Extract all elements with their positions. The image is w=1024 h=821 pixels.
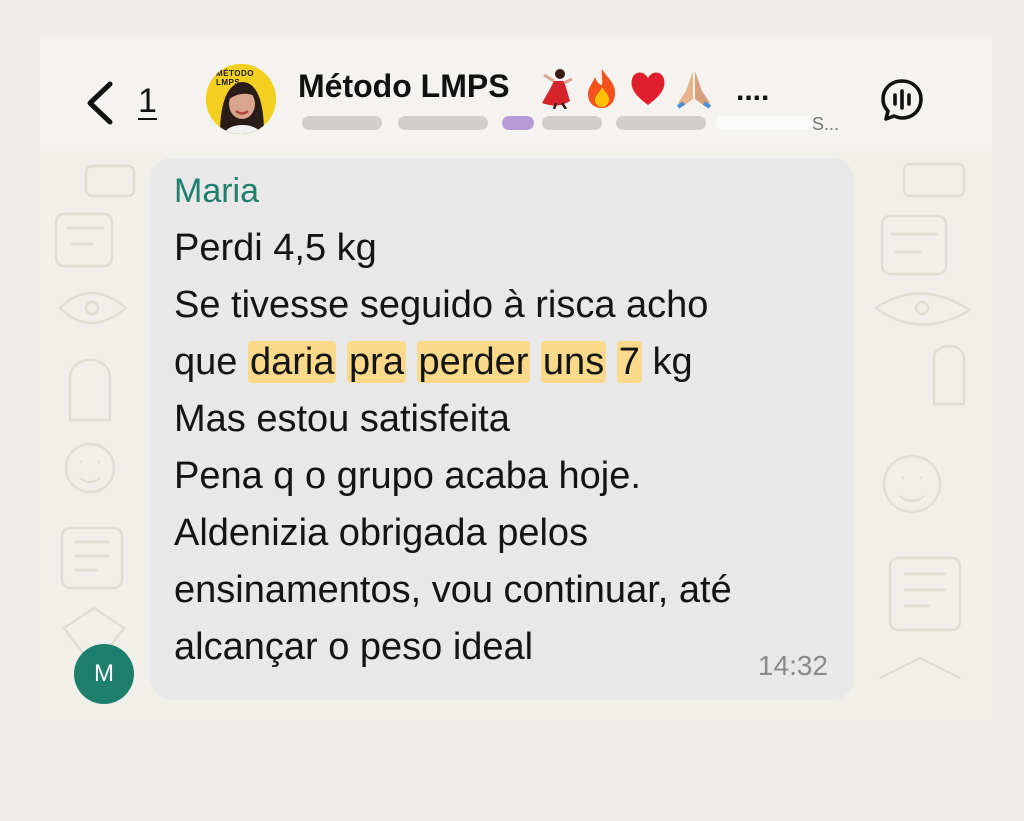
voice-chat-icon [881,79,923,121]
message-line: Mas estou satisfeita [174,391,834,448]
message-line: Aldenizia obrigada pelos [174,505,834,562]
message-text-segment: Pena q o grupo acaba hoje. [174,455,641,497]
chat-area: Maria Perdi 4,5 kg Se tivesse seguido à r… [40,148,992,726]
chat-header: 1 MÉTODO LMPS Método LMPS .... S... [40,38,992,148]
heart-emoji [628,67,668,109]
sender-name[interactable]: Maria [174,172,259,211]
message-text-segment [406,341,417,383]
highlighted-word: uns [540,341,607,383]
message-line: Se tivesse seguido à risca acho [174,277,834,334]
highlighted-word: daria [247,341,337,383]
praying-hands-emoji [674,67,714,109]
message-text-segment [530,341,541,383]
message-text-segment: ensinamentos, vou continuar, até [174,569,732,611]
chevron-left-icon [87,81,113,125]
highlighted-word: perder [416,341,531,383]
highlighted-word: 7 [616,341,642,383]
chat-screen: 1 MÉTODO LMPS Método LMPS .... S... Mari… [40,38,992,726]
fire-emoji [582,67,622,109]
message-line: que daria pra perder uns 7 kg [174,334,834,391]
group-members-subtitle [302,116,812,136]
avatar-logo-text: MÉTODO LMPS [216,69,254,87]
unread-count[interactable]: 1 [138,82,157,121]
chat-title[interactable]: Método LMPS [298,68,510,105]
message-bubble[interactable]: Maria Perdi 4,5 kg Se tivesse seguido à r… [150,158,854,700]
title-ellipsis: .... [736,74,770,107]
wallpaper-doodles-right [873,162,973,680]
message-text-segment: que [174,341,248,383]
message-text-segment [606,341,617,383]
message-line: alcançar o peso ideal [174,619,834,676]
message-text-segment [336,341,347,383]
wallpaper-doodles-left [54,164,136,670]
subtitle-ellipsis: S... [812,114,840,134]
message-text-segment: kg [641,341,693,383]
sender-avatar[interactable]: M [74,644,134,704]
message-text: Perdi 4,5 kg Se tivesse seguido à risca a… [174,220,834,676]
message-text-segment: Aldenizia obrigada pelos [174,512,589,554]
message-text-segment: alcançar o peso ideal [174,626,534,668]
back-button[interactable] [80,78,120,128]
title-emojis [536,66,714,110]
message-line: Perdi 4,5 kg [174,220,834,277]
message-text-segment: Perdi 4,5 kg [174,227,377,269]
highlighted-word: pra [347,341,406,383]
message-text-segment: Mas estou satisfeita [174,398,510,440]
dancer-emoji [536,67,576,110]
message-line: Pena q o grupo acaba hoje. [174,448,834,505]
message-line: ensinamentos, vou continuar, até [174,562,834,619]
group-avatar[interactable]: MÉTODO LMPS [206,64,276,134]
voice-chat-button[interactable] [878,76,926,124]
message-time: 14:32 [757,650,828,681]
message-text-segment: Se tivesse seguido à risca acho [174,284,709,326]
